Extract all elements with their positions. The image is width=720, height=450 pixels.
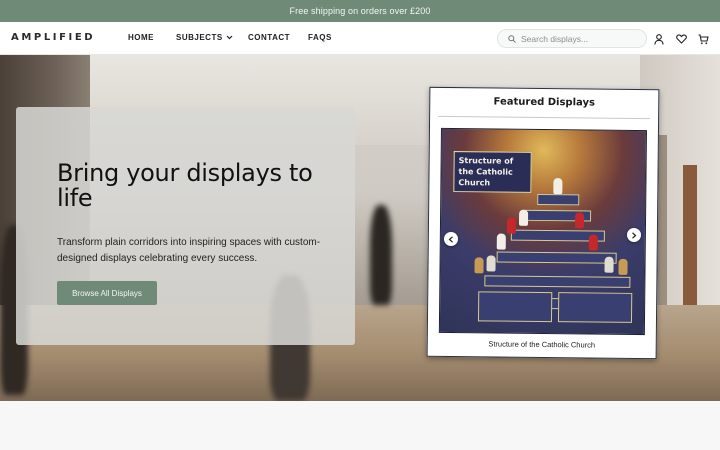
brand-logo[interactable]: AMPLIFIED	[11, 32, 95, 43]
featured-heading: Featured Displays	[493, 96, 596, 109]
poster-figure	[588, 234, 598, 251]
announcement-text: Free shipping on orders over £200	[289, 6, 431, 16]
featured-display-image[interactable]: Structure of the Catholic Church	[438, 127, 647, 336]
featured-divider	[438, 115, 651, 120]
walking-person-figure	[370, 205, 392, 305]
chevron-right-icon[interactable]	[627, 228, 641, 242]
poster-tier	[484, 275, 631, 288]
browse-all-displays-button[interactable]: Browse All Displays	[57, 281, 157, 305]
poster-figure	[518, 209, 529, 226]
poster-tier	[496, 251, 617, 264]
announcement-bar: Free shipping on orders over £200	[0, 0, 720, 22]
nav-subjects-label: SUBJECTS	[176, 33, 223, 42]
search-bar[interactable]	[497, 29, 647, 48]
hero-title: Bring your displays to life	[57, 159, 313, 212]
poster-title: Structure of the Catholic Church	[453, 151, 532, 193]
cart-icon[interactable]	[697, 33, 709, 45]
hero-subtitle: Transform plain corridors into inspiring…	[57, 237, 321, 264]
poster-figure	[506, 217, 517, 234]
poster-info-box	[477, 291, 553, 323]
nav-home-label: HOME	[128, 33, 154, 42]
poster-figure	[604, 256, 614, 273]
poster-figure	[618, 258, 628, 275]
featured-displays-card: Featured Displays Structure of the Catho…	[426, 86, 660, 360]
chevron-left-icon[interactable]	[444, 232, 458, 246]
nav-subjects-link[interactable]: SUBJECTS	[176, 33, 233, 42]
user-icon[interactable]	[653, 33, 665, 45]
chevron-down-icon	[226, 35, 233, 40]
search-icon	[508, 30, 516, 48]
hero-card	[16, 107, 355, 345]
nav-contact-label: CONTACT	[248, 33, 291, 42]
heart-icon[interactable]	[675, 33, 687, 45]
poster-figure	[474, 257, 484, 274]
nav-contact-link[interactable]: CONTACT	[248, 33, 290, 42]
nav-faqs-link[interactable]: FAQS	[308, 33, 332, 42]
nav-faqs-label: FAQS	[308, 33, 332, 42]
nav-home-link[interactable]: HOME	[128, 33, 154, 42]
poster-figure	[574, 212, 585, 229]
poster-tier	[537, 193, 580, 206]
poster-figure	[496, 233, 506, 250]
corridor-door	[683, 165, 697, 315]
poster-figure	[553, 178, 563, 195]
poster-info-box	[557, 292, 633, 323]
poster-figure	[486, 255, 496, 272]
featured-caption: Structure of the Catholic Church	[488, 339, 596, 350]
search-input[interactable]	[521, 33, 636, 44]
